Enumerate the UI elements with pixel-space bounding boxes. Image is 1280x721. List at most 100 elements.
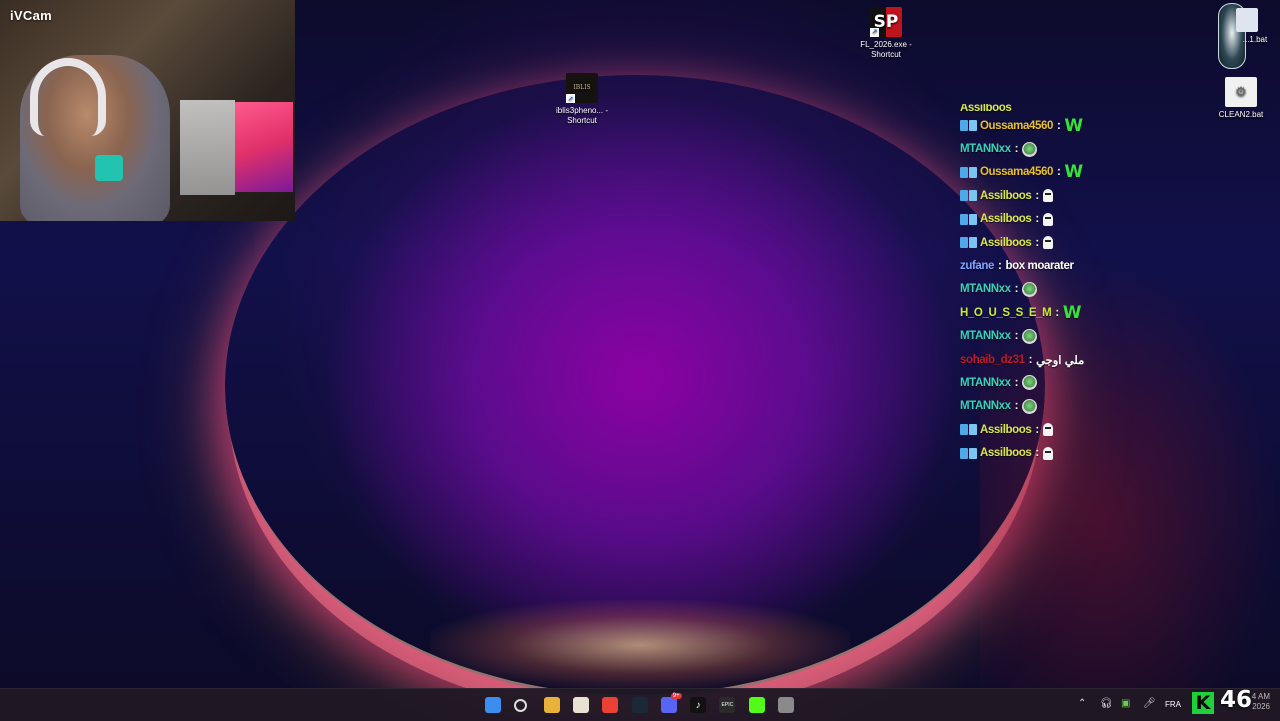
chat-message-text: box moarater	[1005, 260, 1074, 273]
kick-app-icon[interactable]	[748, 697, 765, 713]
chat-message: MTANNxx:	[960, 325, 1180, 348]
language-indicator[interactable]: FRA	[1165, 700, 1181, 709]
webcam-overlay: iVCam	[0, 0, 295, 221]
search-icon[interactable]	[514, 699, 528, 712]
clock-time: 4 AM	[1251, 692, 1270, 701]
chat-username: Oussama4560	[980, 166, 1053, 179]
chat-message: Assilboos:	[960, 418, 1180, 441]
start-icon[interactable]	[485, 697, 501, 713]
alien-emote-icon	[1022, 398, 1038, 414]
chat-username: MTANNxx	[960, 283, 1011, 296]
chat-separator: :	[1014, 143, 1019, 156]
desktop-icon-label: iblis3pheno... - Shortcut	[555, 106, 609, 125]
ghost-emote-icon	[1042, 189, 1053, 203]
ghost-emote-icon	[1042, 212, 1053, 226]
tiktok-icon[interactable]: ♪	[690, 697, 707, 713]
chat-message-text: W	[1064, 115, 1083, 136]
chat-username: zufane	[960, 260, 995, 273]
chat-separator: :	[1035, 236, 1039, 249]
steam-icon[interactable]	[631, 697, 648, 713]
chat-messages: Oussama4560: W MTANNxx: Oussama4560: W Assilb…	[960, 114, 1180, 465]
iblis-game-icon: IBLIS ↗	[566, 73, 598, 103]
chat-separator: :	[998, 260, 1002, 273]
chat-username: MTANNxx	[960, 376, 1011, 389]
webcam-headset	[30, 58, 106, 136]
clock-date: 2026	[1252, 702, 1270, 711]
epic-games-icon[interactable]: EPIC	[719, 697, 736, 713]
chat-username: H_O_U_S_S_E_M	[960, 306, 1052, 319]
bat-file-icon	[1236, 8, 1258, 32]
chat-message: Assilboos:	[960, 208, 1180, 231]
webcam-monitor	[235, 102, 293, 192]
chrome-icon[interactable]	[602, 697, 619, 713]
microphone-icon[interactable]: 🎤︎	[1143, 698, 1156, 709]
chat-username: Assilboos	[980, 236, 1032, 249]
subscriber-badge-icon	[960, 424, 977, 436]
webcam-pc-case	[180, 100, 235, 195]
desktop-icon-label: CLEAN2.bat	[1218, 110, 1264, 119]
chat-username: MTANNxx	[960, 143, 1011, 156]
store-icon[interactable]	[572, 697, 589, 713]
discord-icon[interactable]	[660, 697, 677, 713]
chevron-up-icon[interactable]: ⌃	[1078, 698, 1086, 709]
chat-username: Assilboos	[980, 189, 1032, 202]
fl-studio-icon: SP ↗	[870, 7, 902, 37]
chat-separator: :	[1056, 166, 1061, 179]
chat-message: Assilboos:	[960, 441, 1180, 464]
chat-username: MTANNxx	[960, 330, 1011, 343]
webcam-label: iVCam	[10, 8, 52, 23]
shortcut-arrow-icon: ↗	[566, 94, 575, 103]
ghost-emote-icon	[1042, 446, 1053, 460]
wallpaper-ring	[225, 75, 1045, 698]
chat-message-text: W	[1064, 162, 1083, 183]
chat-separator: :	[1056, 119, 1061, 132]
notification-badge: 9+	[670, 693, 682, 699]
chat-separator: :	[1028, 353, 1033, 366]
iblis-icon-text: IBLIS	[573, 84, 591, 91]
desktop-icon-label: FL_2026.exe - Shortcut	[860, 40, 912, 59]
stream-app-icon[interactable]	[778, 697, 794, 713]
subscriber-badge-icon	[960, 213, 977, 225]
subscriber-badge-icon	[960, 120, 977, 132]
chat-separator: :	[1014, 283, 1019, 296]
chat-username: Assilboos	[980, 213, 1032, 226]
chat-username: Oussama4560	[980, 119, 1053, 132]
headset-icon[interactable]: 🎧︎	[1100, 698, 1113, 709]
subscriber-badge-icon	[960, 237, 977, 249]
chat-separator: :	[1035, 423, 1039, 436]
chat-username: sohaib_dz31	[960, 353, 1025, 366]
chat-message: MTANNxx:	[960, 371, 1180, 394]
desktop-icon-fl[interactable]: SP ↗ FL_2026.exe - Shortcut	[846, 7, 926, 60]
chat-separator: :	[1014, 330, 1019, 343]
subscriber-badge-icon	[960, 166, 977, 178]
chat-username: MTANNxx	[960, 400, 1011, 413]
nvidia-icon[interactable]: ▣	[1121, 698, 1130, 709]
file-explorer-icon[interactable]	[543, 697, 560, 713]
alien-emote-icon	[1022, 375, 1038, 391]
alien-emote-icon	[1022, 281, 1038, 297]
chat-separator: :	[1035, 447, 1039, 460]
chat-message: MTANNxx:	[960, 395, 1180, 418]
chat-username: Assilboos	[980, 447, 1032, 460]
alien-emote-icon	[1022, 141, 1038, 157]
desktop-icon-label: ...1.bat	[1242, 35, 1268, 44]
desktop-icon-clean2[interactable]: ⚙ CLEAN2.bat	[1201, 77, 1280, 120]
chat-separator: :	[1055, 306, 1059, 319]
chat-message: MTANNxx:	[960, 278, 1180, 301]
chat-message-partial: Assilboos	[960, 104, 1180, 114]
chat-separator: :	[1035, 189, 1039, 202]
chat-separator: :	[1014, 400, 1019, 413]
taskbar-clock[interactable]: 4 AM 2026	[1240, 692, 1270, 712]
fl-icon-text: SP	[873, 12, 899, 32]
chat-overlay: Assilboos Oussama4560: W MTANNxx: Oussama45…	[960, 104, 1180, 470]
chat-separator: :	[1035, 213, 1039, 226]
ghost-emote-icon	[1042, 423, 1053, 437]
webcam-microphone	[95, 155, 123, 181]
wallpaper-glow	[430, 600, 850, 690]
desktop-icon-partial-bat[interactable]: ...1.bat	[1200, 8, 1280, 45]
chat-message: zufane: box moarater	[960, 254, 1180, 277]
gear-icon: ⚙	[1225, 77, 1257, 107]
chat-message-text: W	[1062, 302, 1082, 323]
desktop-icon-iblis[interactable]: IBLIS ↗ iblis3pheno... - Shortcut	[542, 73, 622, 126]
shortcut-arrow-icon: ↗	[870, 28, 879, 37]
